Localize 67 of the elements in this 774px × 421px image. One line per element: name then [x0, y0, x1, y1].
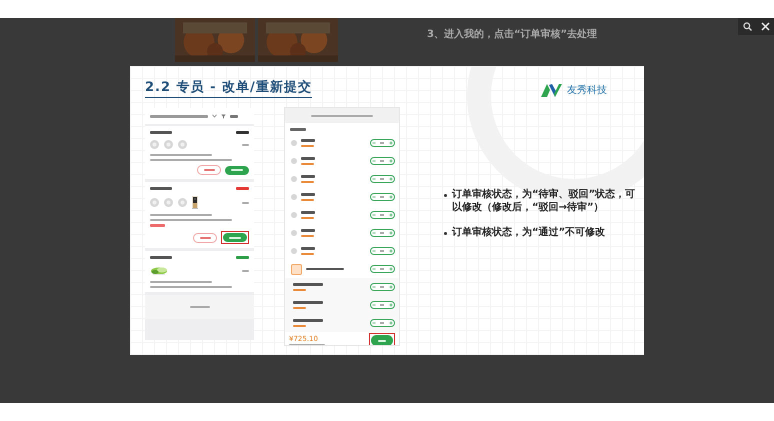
bullet-icon: [444, 194, 447, 197]
illegible-text: [293, 319, 323, 322]
delete-order-button[interactable]: [193, 232, 217, 242]
illegible-text: [301, 175, 315, 178]
combo-tag: [291, 264, 302, 274]
quantity-stepper[interactable]: [370, 283, 395, 291]
filter-icon[interactable]: [221, 114, 226, 118]
bullet-icon: [444, 232, 447, 235]
quantity-stepper[interactable]: [370, 265, 395, 273]
illegible-text: [293, 301, 323, 304]
illegible-text: [301, 144, 314, 147]
close-icon[interactable]: [760, 22, 770, 31]
illegible-text: [293, 306, 306, 309]
quantity-stepper[interactable]: [370, 247, 395, 255]
quantity-stepper[interactable]: [370, 157, 395, 165]
slide-title: 2.2 专员 - 改单/重新提交: [145, 80, 312, 98]
quantity-stepper[interactable]: [370, 229, 395, 237]
search-icon[interactable]: [742, 22, 752, 31]
image-placeholder-icon: [291, 230, 297, 236]
quantity-stepper[interactable]: [370, 175, 395, 183]
illegible-text: [301, 157, 315, 160]
image-placeholder-icon: [291, 176, 297, 182]
modify-order-button[interactable]: [225, 166, 249, 174]
illegible-text: [301, 234, 314, 237]
order-card[interactable]: [145, 251, 254, 292]
illegible-text: [293, 283, 323, 286]
bullet-text: 订单审核状态，为“待审、驳回”状态，可以修改（修改后，“驳回→待审”）: [452, 188, 636, 214]
illegible-text: [301, 162, 314, 165]
illegible-text: [301, 198, 314, 201]
logo-icon: [540, 82, 564, 98]
illegible-text: [301, 139, 315, 142]
image-placeholder-icon: [291, 248, 297, 254]
reject-reason: [150, 224, 165, 227]
illegible-text: [150, 256, 172, 259]
illegible-text: [301, 193, 315, 196]
illegible-text: [230, 114, 238, 118]
cart-item[interactable]: [285, 314, 399, 332]
order-card[interactable]: [145, 182, 254, 248]
quantity-stepper[interactable]: [370, 139, 395, 147]
illegible-text: [301, 247, 315, 250]
illegible-text: [150, 131, 172, 134]
image-placeholder-icon: [291, 212, 297, 218]
step-instruction: 3、进入我的，点击“订单审核”去处理: [427, 27, 598, 41]
quantity-stepper[interactable]: [370, 193, 395, 201]
image-placeholder-icon: [291, 194, 297, 200]
image-placeholder-icon: [291, 158, 297, 164]
illegible-text: [301, 180, 314, 183]
illegible-text: [150, 114, 208, 118]
cart-item[interactable]: [285, 278, 399, 296]
illegible-text: [306, 268, 344, 270]
quantity-stepper[interactable]: [370, 301, 395, 309]
illegible-text: [150, 187, 172, 190]
illegible-text: [301, 211, 315, 214]
illegible-text: [301, 216, 314, 219]
illegible-text: [293, 324, 306, 327]
quantity-stepper[interactable]: [370, 211, 395, 219]
illegible-text: [290, 128, 306, 131]
quantity-stepper[interactable]: [370, 319, 395, 327]
image-placeholder-icon: [291, 140, 297, 146]
logo-text: 友秀科技: [567, 84, 607, 97]
delete-order-button[interactable]: [197, 165, 221, 175]
illegible-text: [301, 229, 315, 232]
order-card[interactable]: [145, 126, 254, 179]
bullet-text: 订单审核状态，为“通过”不可修改: [452, 226, 606, 239]
caret-icon[interactable]: [212, 114, 217, 118]
illegible-text: [293, 288, 306, 291]
illegible-text: [301, 252, 314, 255]
